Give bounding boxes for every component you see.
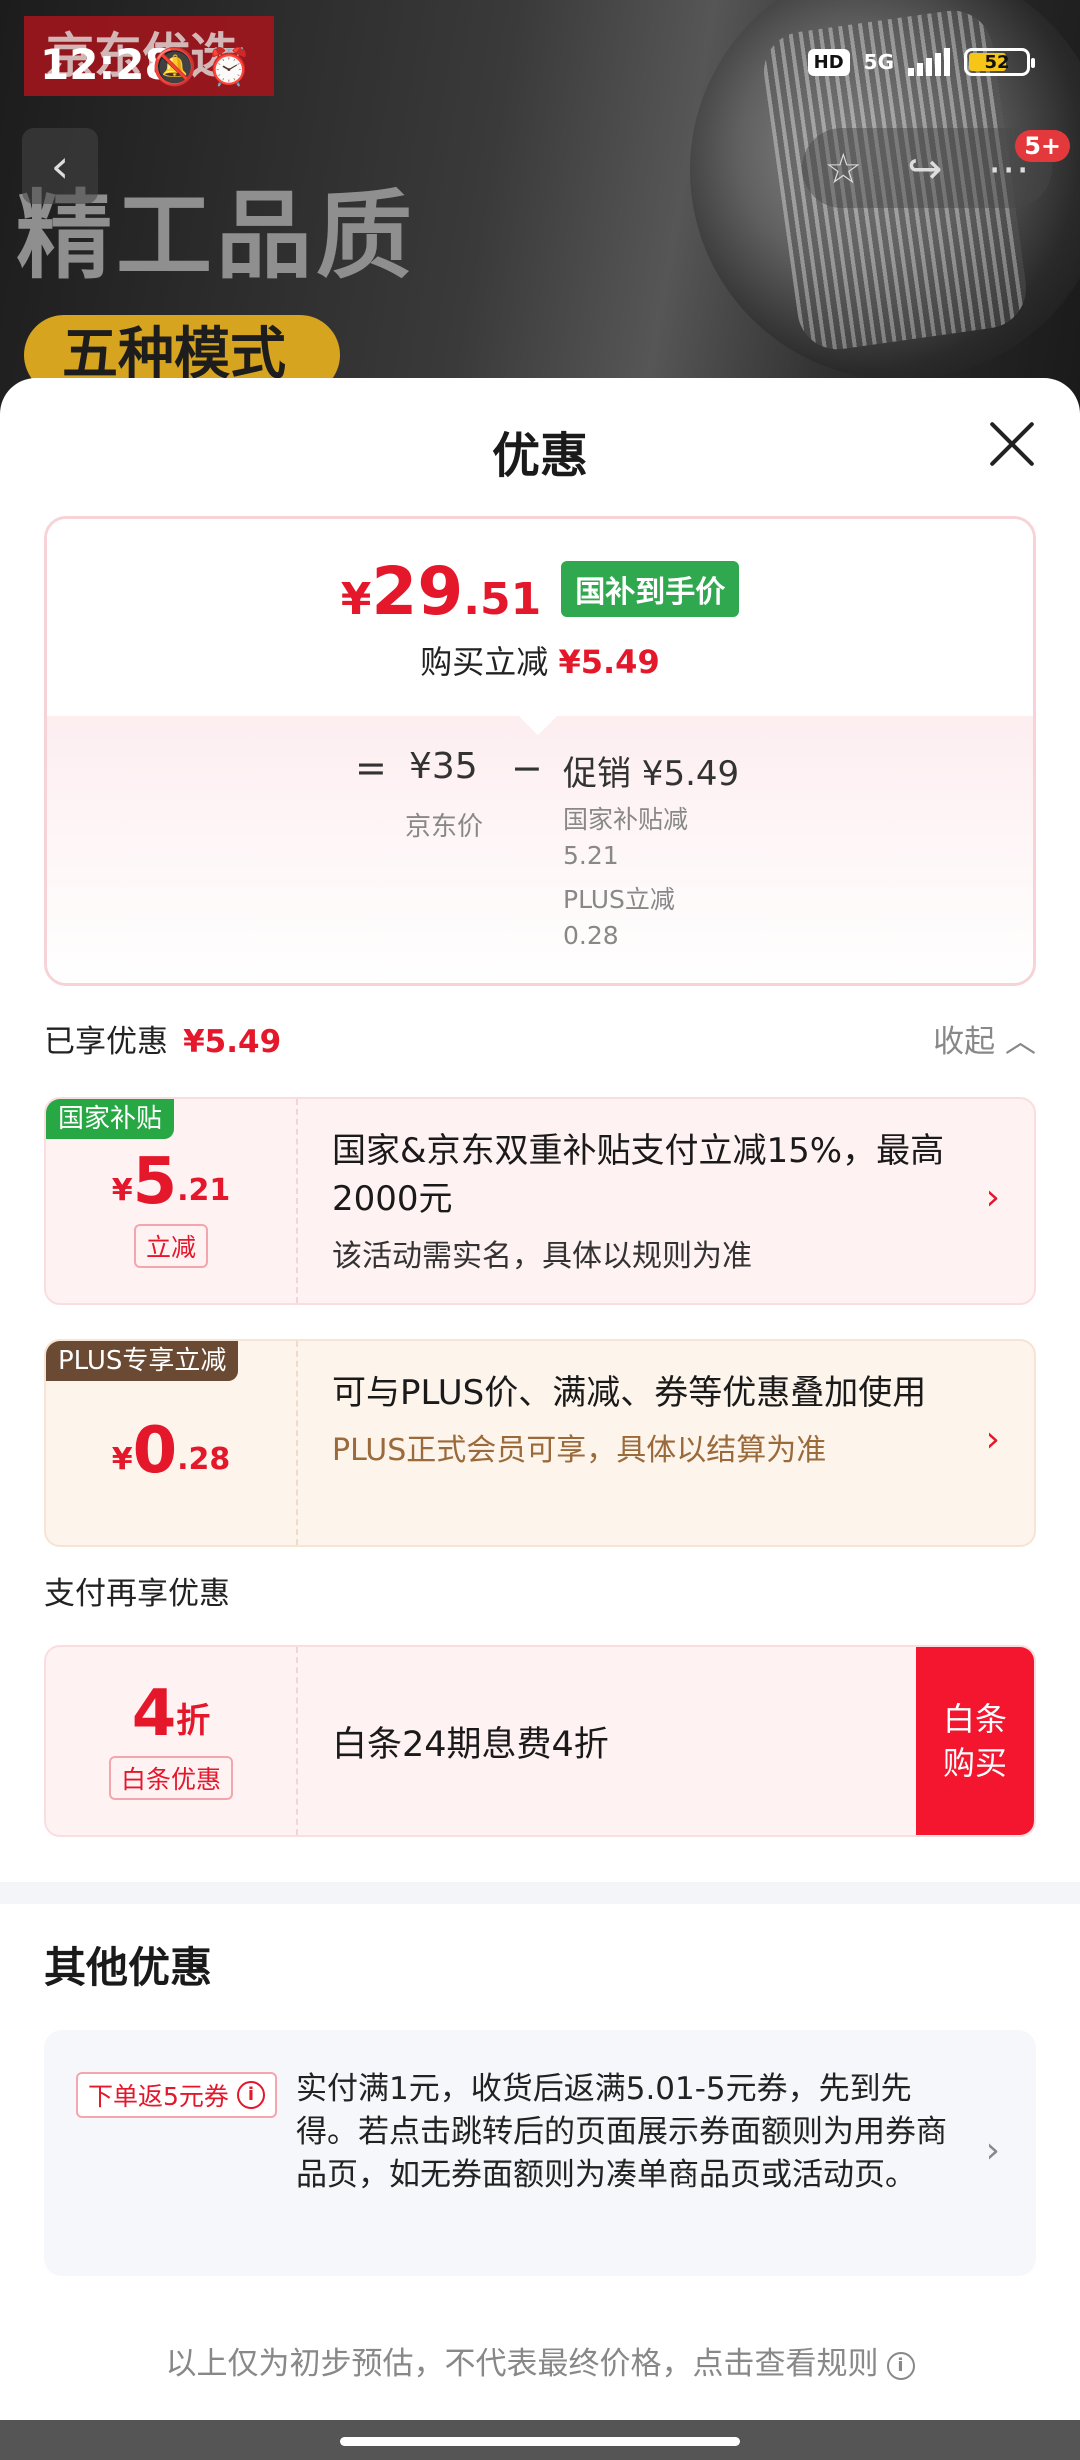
other-discount-text: 实付满1元，收货后返满5.01-5元券，先到先得。若点击跳转后的页面展示券面额则… bbox=[296, 2071, 947, 2193]
bell-off-icon: 🔕 bbox=[152, 47, 197, 88]
subsidy-price-badge: 国补到手价 bbox=[561, 561, 740, 617]
baitiao-buy-button[interactable]: 白条 购买 bbox=[916, 1647, 1034, 1835]
star-icon[interactable]: ☆ bbox=[825, 144, 863, 193]
coupon-desc: PLUS正式会员可享，具体以结算为准 bbox=[332, 1433, 827, 1468]
network-type: 5G bbox=[863, 50, 894, 74]
signal-icon bbox=[908, 48, 950, 76]
base-price-label: 京东价 bbox=[405, 812, 484, 842]
purchase-discount-line: 购买立减 ¥5.49 bbox=[420, 643, 660, 681]
navigation-bar bbox=[0, 2420, 1080, 2460]
discount-sheet: 优惠 ¥29.51 国补到手价 购买立减 ¥5.49 = ¥35 − 促销 ¥5… bbox=[0, 378, 1080, 2460]
status-icons-right: HD 5G 52 bbox=[807, 48, 1035, 76]
detail-subsidy-label: 国家补贴减 bbox=[563, 805, 689, 834]
pay-section-label: 支付再享优惠 bbox=[44, 1576, 230, 1612]
chevron-left-icon: ‹ bbox=[50, 139, 70, 193]
home-indicator[interactable] bbox=[340, 2437, 740, 2446]
enjoyed-amount: ¥5.49 bbox=[183, 1024, 282, 1060]
battery-icon: 52 bbox=[964, 48, 1035, 76]
nav-actions: ☆ ↪ ⋯ bbox=[802, 128, 1052, 208]
coupon-value-block: 4折 白条优惠 bbox=[46, 1647, 298, 1835]
chevron-right-icon: › bbox=[985, 1177, 1000, 1218]
info-icon: i bbox=[886, 2351, 915, 2380]
enjoyed-discount-row: 已享优惠 ¥5.49 收起 ︿ bbox=[44, 1016, 1036, 1066]
rules-note[interactable]: 以上仅为初步预估，不代表最终价格，点击查看规则 i bbox=[0, 2338, 1080, 2383]
coupon-value: ¥5.21 bbox=[111, 1145, 231, 1219]
base-price: ¥35 bbox=[409, 746, 478, 787]
coupon-mini-tag: 立减 bbox=[133, 1224, 208, 1268]
hd-icon: HD bbox=[807, 48, 850, 76]
other-discount-card[interactable]: 下单返5元券 i 实付满1元，收货后返满5.01-5元券，先到先得。若点击跳转后… bbox=[44, 2030, 1036, 2276]
detail-plus-value: 0.28 bbox=[563, 921, 619, 950]
coupon-national-subsidy[interactable]: ¥5.21 立减 国家补贴 国家&京东双重补贴支付立减15%，最高2000元 该… bbox=[44, 1097, 1036, 1305]
coupon-title: 可与PLUS价、满减、券等优惠叠加使用 bbox=[332, 1373, 927, 1413]
baitiao-coupon[interactable]: 4折 白条优惠 白条24期息费4折 白条 购买 bbox=[44, 1645, 1036, 1837]
coupon-mini-tag: 白条优惠 bbox=[108, 1756, 233, 1800]
info-icon: i bbox=[236, 2081, 265, 2109]
equals-sign: = bbox=[355, 746, 387, 790]
close-icon[interactable] bbox=[986, 418, 1036, 468]
other-discounts-title: 其他优惠 bbox=[44, 1943, 213, 1992]
price-formula: = ¥35 − 促销 ¥5.49 京东价 国家补贴减 5.21 PLUS立减 0… bbox=[47, 716, 1033, 983]
sheet-title: 优惠 bbox=[491, 428, 588, 484]
minus-sign: − bbox=[511, 746, 543, 790]
detail-plus-label: PLUS立减 bbox=[563, 885, 675, 914]
baitiao-title: 白条24期息费4折 bbox=[332, 1724, 609, 1765]
detail-subsidy-value: 5.21 bbox=[563, 841, 619, 870]
alarm-icon: ⏰ bbox=[206, 47, 252, 88]
coupon-tag: 国家补贴 bbox=[46, 1099, 175, 1139]
promo-total: 促销 ¥5.49 bbox=[563, 754, 740, 794]
final-price: ¥29.51 bbox=[340, 553, 542, 630]
chevron-right-icon: › bbox=[985, 1419, 1000, 1460]
coupon-value: ¥0.28 bbox=[111, 1414, 231, 1488]
battery-level: 52 bbox=[984, 51, 1010, 73]
coupon-value: 4折 bbox=[131, 1677, 211, 1751]
price-summary-card: ¥29.51 国补到手价 购买立减 ¥5.49 = ¥35 − 促销 ¥5.49… bbox=[44, 516, 1036, 986]
collapse-button[interactable]: 收起 ︿ bbox=[933, 1016, 1036, 1061]
coupon-desc: 该活动需实名，具体以规则为准 bbox=[332, 1239, 752, 1274]
section-divider bbox=[0, 1882, 1080, 1904]
enjoyed-label: 已享优惠 bbox=[44, 1024, 168, 1060]
coupon-plus-discount[interactable]: ¥0.28 PLUS专享立减 可与PLUS价、满减、券等优惠叠加使用 PLUS正… bbox=[44, 1339, 1036, 1547]
coupon-title: 国家&京东双重补贴支付立减15%，最高2000元 bbox=[332, 1131, 945, 1219]
status-bar: 12:28 🔕 ⏰ HD 5G 52 bbox=[0, 0, 1080, 140]
coupon-tag: PLUS专享立减 bbox=[46, 1341, 239, 1381]
chevron-right-icon: › bbox=[985, 2130, 1000, 2171]
back-button[interactable]: ‹ bbox=[22, 128, 98, 204]
chevron-up-icon: ︿ bbox=[1005, 1024, 1036, 1060]
share-icon[interactable]: ↪ bbox=[907, 144, 942, 193]
status-icons-left: 🔕 ⏰ bbox=[152, 46, 262, 88]
message-badge: 5+ bbox=[1015, 130, 1070, 162]
return-coupon-tag[interactable]: 下单返5元券 i bbox=[76, 2072, 277, 2118]
